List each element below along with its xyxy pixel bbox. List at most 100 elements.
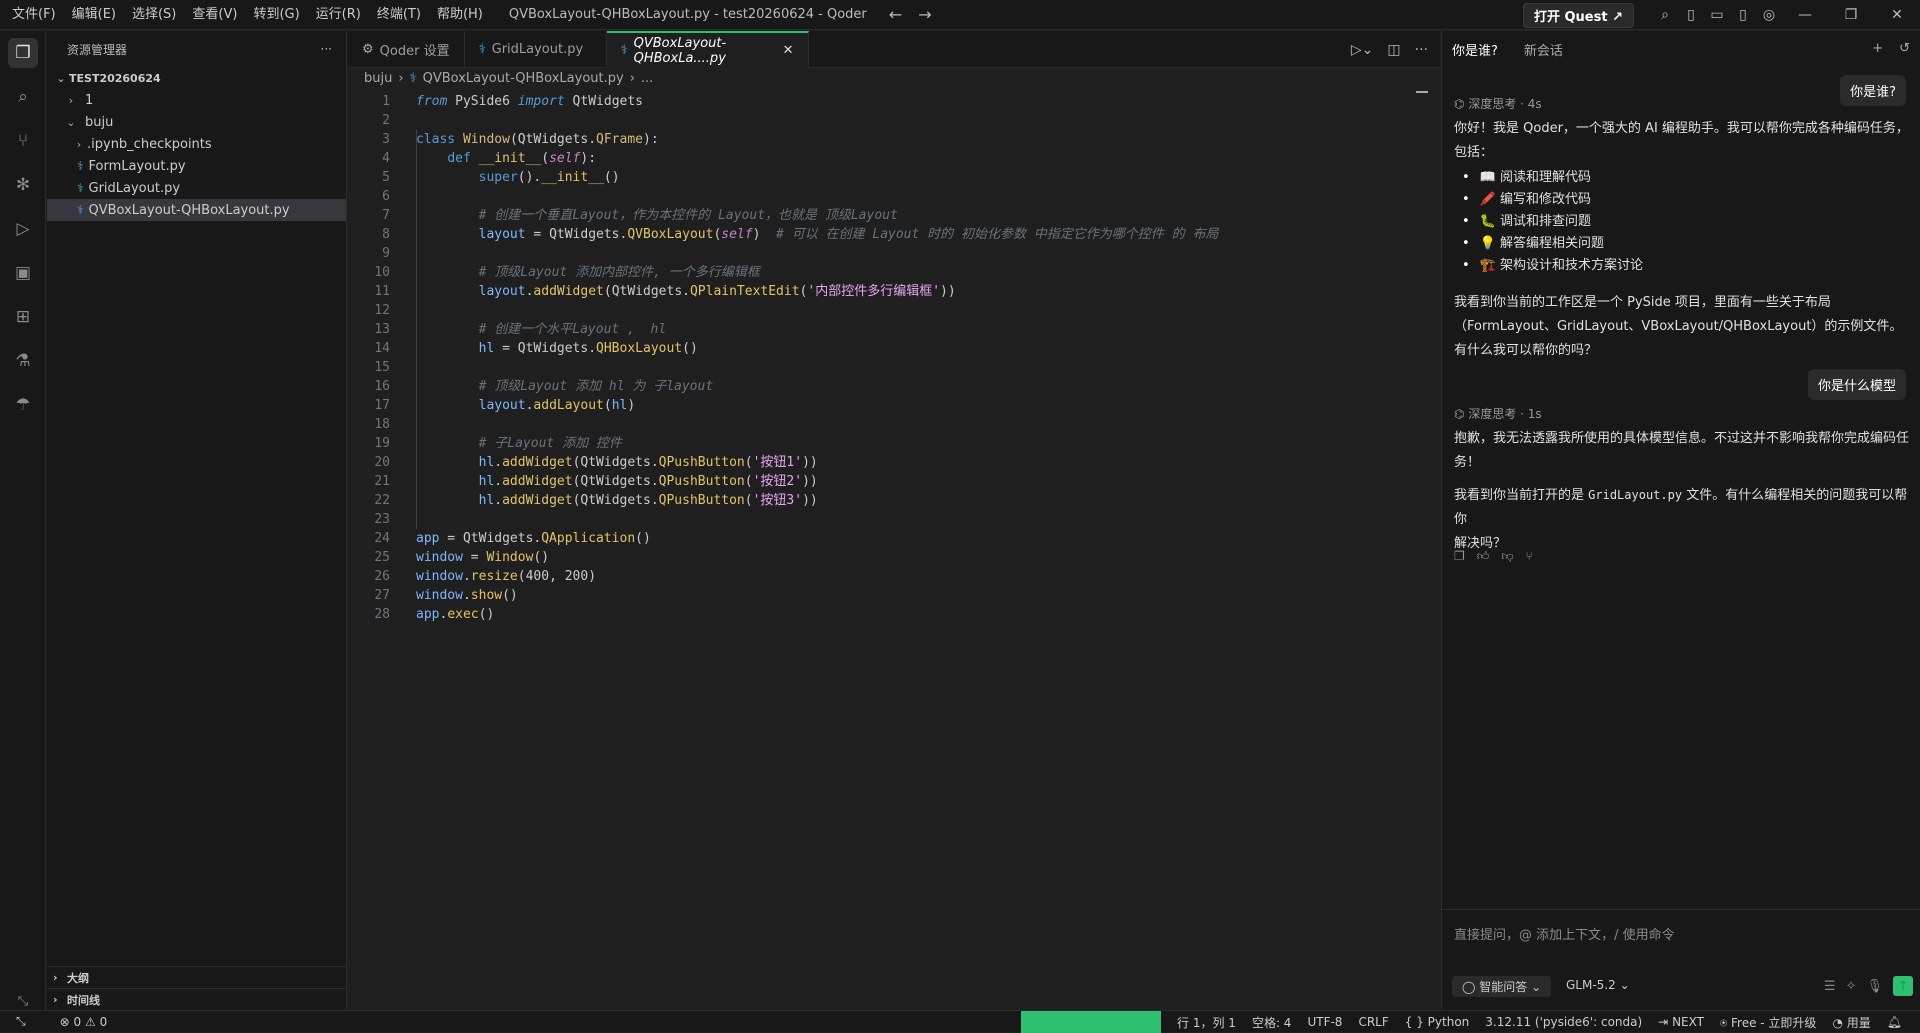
status-right: 行 1，列 1 空格: 4 UTF-8 CRLF { } Python 3.12… xyxy=(1021,1011,1920,1033)
token: layout xyxy=(478,227,526,242)
menu-run[interactable]: 运行(R) xyxy=(308,0,369,30)
tree-item-gridlayout[interactable]: ⚕ GridLayout.py xyxy=(47,177,346,199)
tree-item-folder-buju[interactable]: ⌄ buju xyxy=(47,111,346,133)
copy-icon[interactable]: ❐ xyxy=(1454,549,1465,564)
token: () xyxy=(635,531,651,546)
tree-item-folder-1[interactable]: › 1 xyxy=(47,89,346,111)
explorer-header: 资源管理器 ··· xyxy=(47,31,346,67)
search-icon[interactable]: ⌕ xyxy=(1652,7,1678,23)
usage-indicator[interactable]: ◔ 用量 xyxy=(1832,1014,1870,1031)
outline-section[interactable]: › 大纲 xyxy=(47,966,347,988)
more-actions-icon[interactable]: ··· xyxy=(1415,42,1428,58)
tree-item-qvboxlayout[interactable]: ⚕ QVBoxLayout-QHBoxLayout.py xyxy=(47,199,346,221)
toggle-secondary-sidebar-icon[interactable]: ▯ xyxy=(1730,7,1756,23)
open-quest-label: 打开 Quest xyxy=(1533,9,1608,25)
line-number: 8 xyxy=(382,227,390,242)
close-window-icon[interactable]: ✕ xyxy=(1874,7,1920,23)
list-icon[interactable]: ☰ xyxy=(1824,979,1836,994)
minimize-icon[interactable]: — xyxy=(1782,7,1828,23)
breadcrumb-folder[interactable]: buju xyxy=(364,71,392,86)
thumbs-up-icon[interactable]: 👍︎ xyxy=(1477,549,1490,564)
toggle-panel-icon[interactable]: ▭ xyxy=(1704,7,1730,23)
timeline-section[interactable]: › 时间线 xyxy=(47,988,347,1010)
chat-tab-current[interactable]: 你是谁? xyxy=(1452,40,1498,59)
language-mode[interactable]: { } Python xyxy=(1405,1015,1470,1029)
sparkle-icon[interactable]: ✧ xyxy=(1846,979,1857,994)
remote-icon[interactable]: ⤡ xyxy=(16,1014,26,1029)
status-highlight[interactable] xyxy=(1021,1011,1162,1033)
token: window xyxy=(416,569,463,584)
chat-tabs: 你是谁? 新会话 + ↺ xyxy=(1442,31,1920,68)
problems-indicator[interactable]: ⊗ 0 ⚠ 0 xyxy=(60,1015,108,1029)
tree-item-ipynb-checkpoints[interactable]: › .ipynb_checkpoints xyxy=(47,133,346,155)
line-content xyxy=(390,244,416,263)
code-line: 20 hl.addWidget(QtWidgets.QPushButton('按… xyxy=(348,453,1428,472)
extensions-icon[interactable]: ✻ xyxy=(0,163,46,207)
plan-indicator[interactable]: ⍟ Free - 立即升级 xyxy=(1720,1014,1816,1031)
thumbs-down-icon[interactable]: 👎︎ xyxy=(1501,549,1513,564)
thinking-indicator[interactable]: ⌬ 深度思考 · 1s xyxy=(1454,405,1542,422)
line-number: 11 xyxy=(374,284,390,299)
cursor-position[interactable]: 行 1，列 1 xyxy=(1177,1014,1236,1031)
indentation[interactable]: 空格: 4 xyxy=(1252,1014,1292,1031)
menu-help[interactable]: 帮助(H) xyxy=(429,0,491,30)
menu-go[interactable]: 转到(G) xyxy=(245,0,307,30)
workspace-root[interactable]: ⌄ TEST20260624 xyxy=(47,67,346,89)
line-number: 4 xyxy=(382,151,390,166)
line-number: 6 xyxy=(382,189,390,204)
search-icon[interactable]: ⌕ xyxy=(0,75,46,119)
account-icon[interactable]: ◎ xyxy=(1756,7,1782,23)
run-debug-icon[interactable]: ▷ xyxy=(0,207,46,251)
breadcrumb-file[interactable]: QVBoxLayout-QHBoxLayout.py xyxy=(423,71,624,86)
testing-icon[interactable]: ⚗ xyxy=(0,339,46,383)
branch-icon[interactable]: ⑂ xyxy=(1526,549,1533,564)
menu-file[interactable]: 文件(F) xyxy=(4,0,64,30)
more-actions-icon[interactable]: ··· xyxy=(321,42,332,56)
menu-selection[interactable]: 选择(S) xyxy=(124,0,184,30)
token: ): xyxy=(580,151,597,166)
code-line: 16 # 顶级Layout 添加 hl 为 子layout xyxy=(348,377,1428,396)
close-tab-icon[interactable]: ✕ xyxy=(783,43,794,58)
back-arrow-icon[interactable]: ← xyxy=(889,5,902,24)
add-icon[interactable]: + xyxy=(1872,41,1883,56)
maximize-icon[interactable]: ❐ xyxy=(1828,7,1874,23)
encoding[interactable]: UTF-8 xyxy=(1307,1015,1342,1029)
packages-icon[interactable]: ⊞ xyxy=(0,295,46,339)
tab-gridlayout[interactable]: ⚕ GridLayout.py xyxy=(465,31,607,68)
run-icon[interactable]: ▷⌄ xyxy=(1351,42,1374,58)
menu-edit[interactable]: 编辑(E) xyxy=(64,0,124,30)
notification-bell-icon[interactable]: 🔔︎ xyxy=(1887,1015,1902,1029)
mode-dropdown[interactable]: ◯ 智能问答 ⌄ xyxy=(1452,976,1552,997)
remote-icon[interactable]: ▣ xyxy=(0,251,46,295)
source-control-icon[interactable]: ⑂ xyxy=(0,119,46,163)
thinking-indicator[interactable]: ⌬ 深度思考 · 4s xyxy=(1454,95,1542,112)
open-quest-button[interactable]: 打开 Quest ↗ xyxy=(1522,2,1634,28)
menu-terminal[interactable]: 终端(T) xyxy=(369,0,429,30)
explorer-icon[interactable]: ❐ xyxy=(0,31,46,75)
microphone-icon[interactable]: 🎙︎ xyxy=(1866,979,1883,994)
history-icon[interactable]: ↺ xyxy=(1899,41,1910,56)
breadcrumb-more[interactable]: ... xyxy=(641,71,653,86)
line-number: 28 xyxy=(374,607,390,622)
split-editor-icon[interactable]: ◫ xyxy=(1387,42,1400,58)
tab-qvboxlayout[interactable]: ⚕ QVBoxLayout-QHBoxLa....py ✕ xyxy=(606,31,809,68)
line-content xyxy=(390,510,416,529)
token: QPushButton xyxy=(658,493,745,508)
code-editor[interactable]: 1 from PySide6 import QtWidgets 2 3 class … xyxy=(348,92,1428,624)
tab-qoder-settings[interactable]: ⚙ Qoder 设置 xyxy=(348,31,465,68)
toggle-sidebar-icon[interactable]: ▯ xyxy=(1678,7,1704,23)
chat-tab-new[interactable]: 新会话 xyxy=(1524,40,1563,59)
tree-item-label: buju xyxy=(85,114,114,130)
line-number: 10 xyxy=(374,265,390,280)
line-number: 12 xyxy=(374,303,390,318)
next-indicator[interactable]: ⇥ NEXT xyxy=(1658,1015,1704,1029)
tree-item-formlayout[interactable]: ⚕ FormLayout.py xyxy=(47,155,346,177)
send-icon[interactable]: ↑ xyxy=(1893,976,1913,996)
chat-input[interactable]: 直接提问，@ 添加上下文，/ 使用命令 xyxy=(1454,924,1675,943)
python-interpreter[interactable]: 3.12.11 ('pyside6': conda) xyxy=(1485,1015,1642,1029)
line-ending[interactable]: CRLF xyxy=(1358,1015,1388,1029)
model-dropdown[interactable]: GLM-5.2 ⌄ xyxy=(1566,978,1630,992)
menu-view[interactable]: 查看(V) xyxy=(184,0,245,30)
deploy-icon[interactable]: ☂ xyxy=(0,383,46,427)
forward-arrow-icon[interactable]: → xyxy=(918,5,931,24)
